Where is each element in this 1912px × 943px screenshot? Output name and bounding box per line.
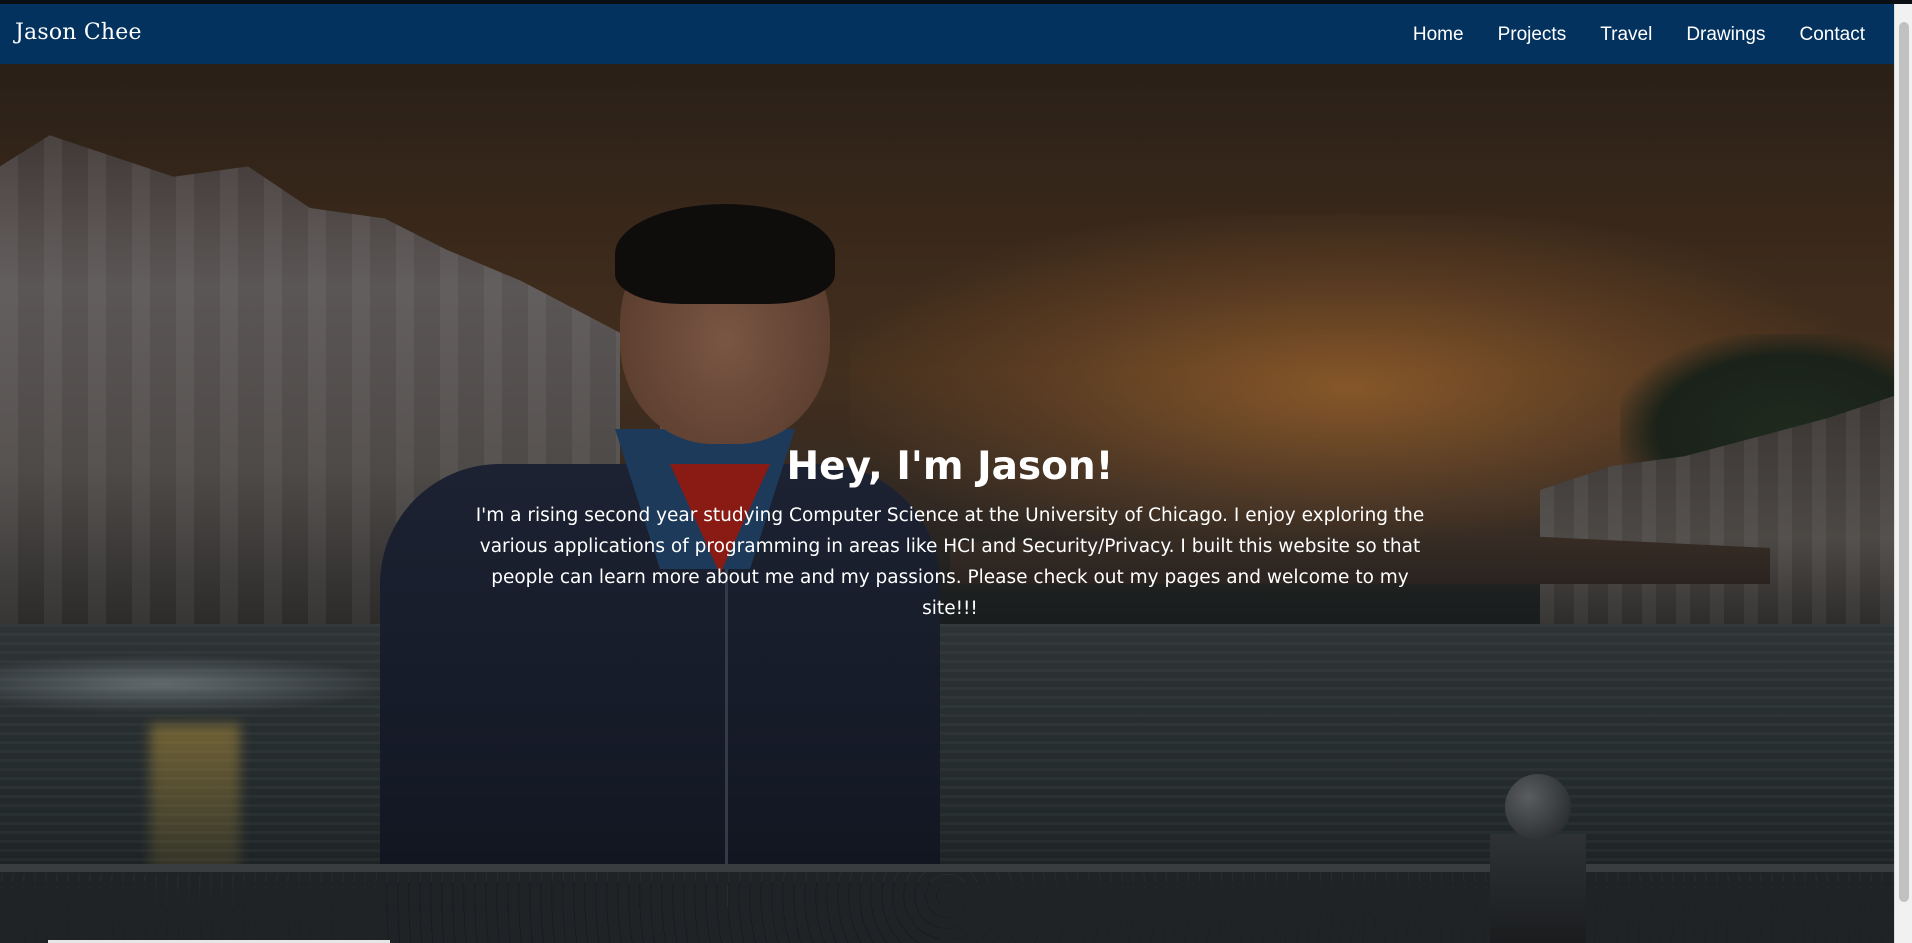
railing-ball xyxy=(1505,774,1571,840)
nav-item-home: Home xyxy=(1413,24,1464,46)
nav-link-contact[interactable]: Contact xyxy=(1800,24,1865,45)
hero-title: Hey, I'm Jason! xyxy=(786,444,1114,489)
nav-link-home[interactable]: Home xyxy=(1413,24,1464,45)
nav-item-projects: Projects xyxy=(1498,24,1567,46)
scrollbar-thumb[interactable] xyxy=(1899,22,1909,902)
nav-link-projects[interactable]: Projects xyxy=(1498,24,1567,45)
nav-item-contact: Contact xyxy=(1800,24,1865,46)
hero-content: Hey, I'm Jason! I'm a rising second year… xyxy=(470,442,1430,624)
nav-link-drawings[interactable]: Drawings xyxy=(1686,24,1765,45)
railing-post xyxy=(1490,834,1586,943)
navbar: Jason Chee Home Projects Travel Drawings… xyxy=(0,4,1895,64)
railing xyxy=(0,864,1895,943)
person-hair xyxy=(615,204,835,304)
water-foam xyxy=(0,654,400,714)
nav-item-travel: Travel xyxy=(1600,24,1652,46)
hero-section: Hey, I'm Jason! I'm a rising second year… xyxy=(0,64,1895,943)
brand-link[interactable]: Jason Chee xyxy=(15,20,142,45)
nav-item-drawings: Drawings xyxy=(1686,24,1765,46)
vertical-scrollbar[interactable] xyxy=(1894,4,1912,943)
hero-intro-text: I'm a rising second year studying Comput… xyxy=(475,505,1425,619)
nav-link-travel[interactable]: Travel xyxy=(1600,24,1652,45)
nav-links: Home Projects Travel Drawings Contact xyxy=(1379,24,1865,46)
